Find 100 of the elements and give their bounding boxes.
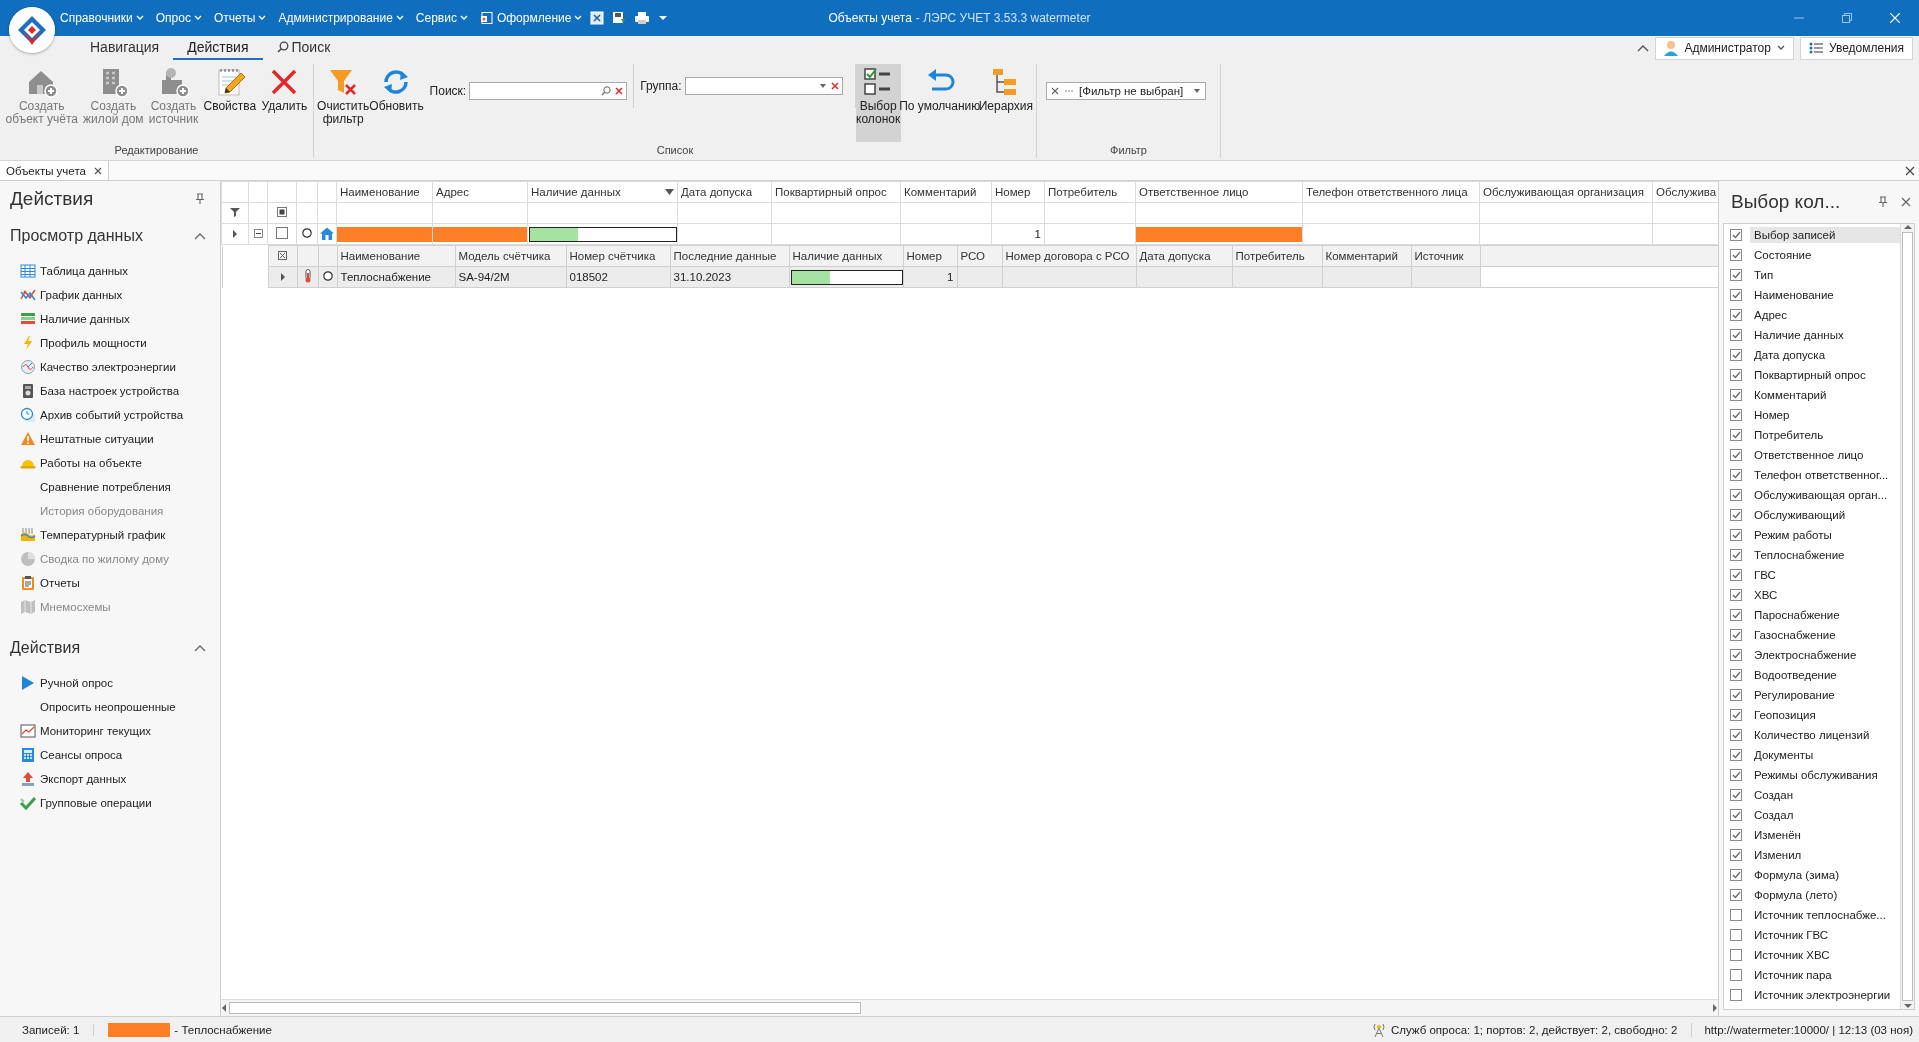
column-option[interactable]: Наименование bbox=[1724, 285, 1900, 305]
column-option[interactable]: Тип bbox=[1724, 265, 1900, 285]
table-row[interactable]: Теплоснабжение SA-94/2M 018502 31.10.2023 1 bbox=[222, 266, 1718, 288]
column-header[interactable]: Адрес bbox=[432, 181, 528, 203]
collapse-ribbon-icon[interactable] bbox=[1637, 44, 1650, 52]
action-item[interactable]: Сеансы опроса bbox=[20, 743, 123, 767]
collapse-icon[interactable] bbox=[253, 229, 263, 238]
row-checkbox[interactable] bbox=[276, 227, 288, 239]
column-option[interactable]: Источник ХВС bbox=[1724, 945, 1900, 965]
column-option[interactable]: Комментарий bbox=[1724, 385, 1900, 405]
ribbon-button[interactable]: Выбор колонок bbox=[855, 64, 901, 142]
checkbox[interactable] bbox=[1730, 649, 1742, 661]
checkbox[interactable] bbox=[1730, 389, 1742, 401]
column-option[interactable]: Поквартирный опрос bbox=[1724, 365, 1900, 385]
action-item[interactable]: Отчеты bbox=[20, 571, 80, 595]
scroll-down-icon[interactable] bbox=[1903, 1003, 1912, 1009]
checkbox[interactable] bbox=[1730, 949, 1742, 961]
ribbon-button[interactable]: Иерархия bbox=[978, 64, 1033, 142]
column-header[interactable]: Номер счётчика bbox=[566, 245, 670, 267]
action-item[interactable]: Опросить неопрошенные bbox=[20, 695, 176, 719]
checkbox[interactable] bbox=[1730, 929, 1742, 941]
pin-icon[interactable] bbox=[1877, 196, 1889, 208]
column-header[interactable]: Источник bbox=[1411, 245, 1480, 267]
column-option[interactable]: Источник пара bbox=[1724, 965, 1900, 985]
action-item[interactable]: Ручной опрос bbox=[20, 671, 113, 695]
close-icon[interactable] bbox=[1901, 197, 1911, 207]
column-option[interactable]: Газоснабжение bbox=[1724, 625, 1900, 645]
menu-item[interactable]: Отчеты bbox=[211, 9, 269, 27]
column-option[interactable]: Потребитель bbox=[1724, 425, 1900, 445]
column-option[interactable]: Электроснабжение bbox=[1724, 645, 1900, 665]
checkbox[interactable] bbox=[1730, 229, 1742, 241]
checkbox[interactable] bbox=[1730, 529, 1742, 541]
column-header[interactable]: Номер bbox=[991, 181, 1045, 203]
action-item[interactable]: Мониторинг текущих bbox=[20, 719, 152, 743]
dropdown-caret-icon[interactable] bbox=[658, 14, 669, 22]
column-header[interactable]: Наименование bbox=[337, 245, 455, 267]
user-menu-button[interactable]: Администратор bbox=[1655, 36, 1794, 60]
checkbox[interactable] bbox=[1730, 709, 1742, 721]
checkbox[interactable] bbox=[1730, 549, 1742, 561]
column-header[interactable]: Наличие данных bbox=[527, 181, 678, 203]
checkbox[interactable] bbox=[1730, 409, 1742, 421]
column-header[interactable]: Номер договора с РСО bbox=[1002, 245, 1136, 267]
column-option[interactable]: Адрес bbox=[1724, 305, 1900, 325]
clear-icon[interactable] bbox=[1051, 87, 1059, 95]
column-option[interactable]: Теплоснабжение bbox=[1724, 545, 1900, 565]
checkbox[interactable] bbox=[1730, 849, 1742, 861]
action-item[interactable]: Температурный график bbox=[20, 523, 166, 547]
menu-item[interactable]: Справочники bbox=[58, 9, 146, 27]
column-chooser-icon[interactable] bbox=[278, 251, 287, 260]
filter-icon[interactable] bbox=[230, 207, 240, 217]
checkbox[interactable] bbox=[1730, 569, 1742, 581]
column-header[interactable]: Потребитель bbox=[1232, 245, 1322, 267]
ribbon-button[interactable]: Обновить bbox=[369, 64, 424, 142]
column-option[interactable]: ГВС bbox=[1724, 565, 1900, 585]
column-header[interactable]: Дата допуска bbox=[1136, 245, 1232, 267]
search-field[interactable] bbox=[469, 82, 628, 100]
column-header[interactable]: Последние данные bbox=[670, 245, 789, 267]
column-header[interactable]: Телефон ответственного лица bbox=[1302, 181, 1480, 203]
column-header[interactable]: Наименование bbox=[336, 181, 433, 203]
menu-item[interactable]: Сервис bbox=[413, 9, 470, 27]
checkbox[interactable] bbox=[1730, 449, 1742, 461]
checkbox[interactable] bbox=[1730, 329, 1742, 341]
menu-item[interactable]: Опрос bbox=[153, 9, 204, 27]
checkbox[interactable] bbox=[1730, 269, 1742, 281]
checkbox[interactable] bbox=[1730, 289, 1742, 301]
checkbox[interactable] bbox=[1730, 249, 1742, 261]
checkbox[interactable] bbox=[1730, 589, 1742, 601]
action-item[interactable]: График данных bbox=[20, 283, 123, 307]
checkbox[interactable] bbox=[1730, 369, 1742, 381]
checkbox[interactable] bbox=[1730, 889, 1742, 901]
action-item[interactable]: Архив событий устройства bbox=[20, 403, 184, 427]
checkbox[interactable] bbox=[1730, 829, 1742, 841]
column-option[interactable]: Источник ГВС bbox=[1724, 925, 1900, 945]
column-option[interactable]: Обслуживающий bbox=[1724, 505, 1900, 525]
column-header[interactable]: Потребитель bbox=[1044, 181, 1136, 203]
filter-dropdown[interactable]: [Фильтр не выбран] bbox=[1046, 82, 1206, 100]
checkbox[interactable] bbox=[1730, 729, 1742, 741]
checkbox[interactable] bbox=[1730, 989, 1742, 1001]
action-item[interactable]: Работы на объекте bbox=[20, 451, 142, 475]
column-header[interactable]: РСО bbox=[957, 245, 1002, 267]
checkbox[interactable] bbox=[1730, 769, 1742, 781]
action-item[interactable]: Таблица данных bbox=[20, 259, 129, 283]
column-option[interactable]: Обслуживающая орган... bbox=[1724, 485, 1900, 505]
column-option[interactable]: Режим работы bbox=[1724, 525, 1900, 545]
table-cross-icon[interactable] bbox=[590, 11, 605, 25]
column-option[interactable]: Дата допуска bbox=[1724, 345, 1900, 365]
action-item[interactable]: Экспорт данных bbox=[20, 767, 127, 791]
column-header[interactable]: Комментарий bbox=[900, 181, 992, 203]
ribbon-button[interactable]: Свойства bbox=[200, 64, 259, 142]
chevron-up-icon[interactable] bbox=[194, 232, 206, 240]
vertical-scrollbar[interactable] bbox=[1900, 224, 1914, 1009]
checkbox[interactable] bbox=[1730, 969, 1742, 981]
restore-icon[interactable] bbox=[1842, 13, 1852, 23]
column-header[interactable]: Наличие данных bbox=[789, 245, 903, 267]
menu-item[interactable]: Оформление bbox=[477, 9, 585, 27]
document-tab[interactable]: Объекты учета bbox=[0, 161, 109, 180]
column-option[interactable]: Источник электроэнергии bbox=[1724, 985, 1900, 1005]
column-option[interactable]: Пароснабжение bbox=[1724, 605, 1900, 625]
checkbox[interactable] bbox=[1730, 609, 1742, 621]
notifications-button[interactable]: Уведомления bbox=[1799, 36, 1913, 60]
